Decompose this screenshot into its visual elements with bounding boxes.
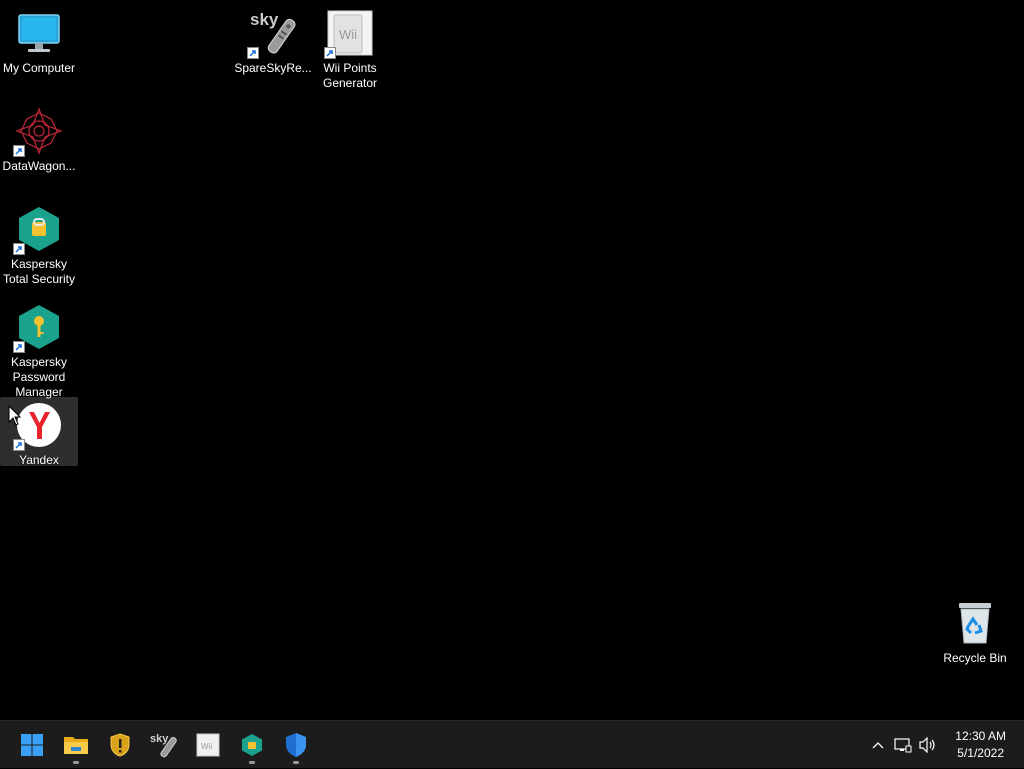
desktop-icon-label: Kaspersky Total Security (2, 257, 76, 286)
sky-remote-icon: sky (150, 733, 177, 758)
svg-text:Wii: Wii (201, 742, 212, 751)
desktop-icon-kaspersky-password-manager[interactable]: Kaspersky Password Manager (0, 299, 78, 400)
taskbar-wii[interactable]: Wii (188, 725, 228, 765)
clock-date: 5/1/2022 (957, 746, 1004, 760)
shield-warning-icon (110, 733, 130, 757)
monitor-icon (15, 9, 63, 57)
defender-shield-icon (286, 733, 306, 757)
shortcut-arrow-icon (247, 47, 259, 59)
kaspersky-icon (242, 734, 262, 756)
desktop-icon-label: SpareSkyRe... (234, 61, 312, 75)
desktop-icon-label: Recycle Bin (943, 651, 1007, 665)
desktop-icon-label: Yandex (19, 453, 59, 467)
shortcut-arrow-icon (13, 341, 25, 353)
speaker-icon (919, 737, 935, 753)
sky-remote-icon: sky (247, 9, 297, 59)
taskbar-defender[interactable] (276, 725, 316, 765)
taskbar-kaspersky[interactable] (232, 725, 272, 765)
network-button[interactable] (890, 721, 916, 769)
running-indicator (293, 761, 299, 764)
shortcut-arrow-icon (13, 145, 25, 157)
wii-icon: Wii (324, 9, 374, 59)
desktop-icon-recycle-bin[interactable]: Recycle Bin (936, 595, 1014, 666)
network-icon (894, 738, 912, 753)
taskbar-security-shield[interactable] (100, 725, 140, 765)
taskbar-file-explorer[interactable] (56, 725, 96, 765)
svg-text:sky: sky (250, 10, 279, 29)
folder-icon (64, 737, 88, 754)
desktop-icon-spareskyre[interactable]: sky SpareSkyRe... (234, 5, 312, 76)
svg-text:Wii: Wii (339, 27, 357, 42)
desktop-icon-label: My Computer (2, 61, 76, 75)
datawagon-icon (13, 107, 63, 157)
wii-icon: Wii (196, 733, 220, 757)
show-hidden-icons-button[interactable] (866, 721, 890, 769)
yandex-icon (13, 401, 63, 451)
kaspersky-key-icon (13, 303, 63, 353)
taskbar-sky[interactable]: sky (144, 725, 184, 765)
volume-button[interactable] (916, 721, 940, 769)
desktop-icon-label: DataWagon... (2, 159, 76, 173)
desktop-icon-wii-points-generator[interactable]: Wii Wii Points Generator (311, 5, 389, 91)
shortcut-arrow-icon (13, 243, 25, 255)
system-tray (866, 721, 940, 769)
shortcut-arrow-icon (13, 439, 25, 451)
taskbar: sky Wii 12:30 AM 5/1/2022 (0, 720, 1024, 768)
running-indicator (249, 761, 255, 764)
svg-text:sky: sky (150, 733, 169, 745)
shortcut-arrow-icon (324, 47, 336, 59)
desktop-icon-datawagon[interactable]: DataWagon... (0, 103, 78, 174)
desktop-icon-my-computer[interactable]: My Computer (0, 5, 78, 76)
windows-logo-icon (21, 734, 43, 756)
kaspersky-icon (13, 205, 63, 255)
recycle-bin-icon (951, 599, 999, 647)
running-indicator (73, 761, 79, 764)
desktop-icon-label: Kaspersky Password Manager (10, 355, 68, 399)
desktop-icon-kaspersky-total-security[interactable]: Kaspersky Total Security (0, 201, 78, 287)
mouse-cursor-icon (8, 405, 22, 426)
taskbar-clock[interactable]: 12:30 AM 5/1/2022 (955, 728, 1006, 762)
chevron-up-icon (872, 742, 884, 749)
start-button[interactable] (12, 725, 52, 765)
clock-time: 12:30 AM (955, 729, 1006, 743)
desktop-icon-label: Wii Points Generator (322, 61, 378, 90)
desktop[interactable]: My Computer DataWagon... Kaspersky Total… (0, 0, 1024, 720)
